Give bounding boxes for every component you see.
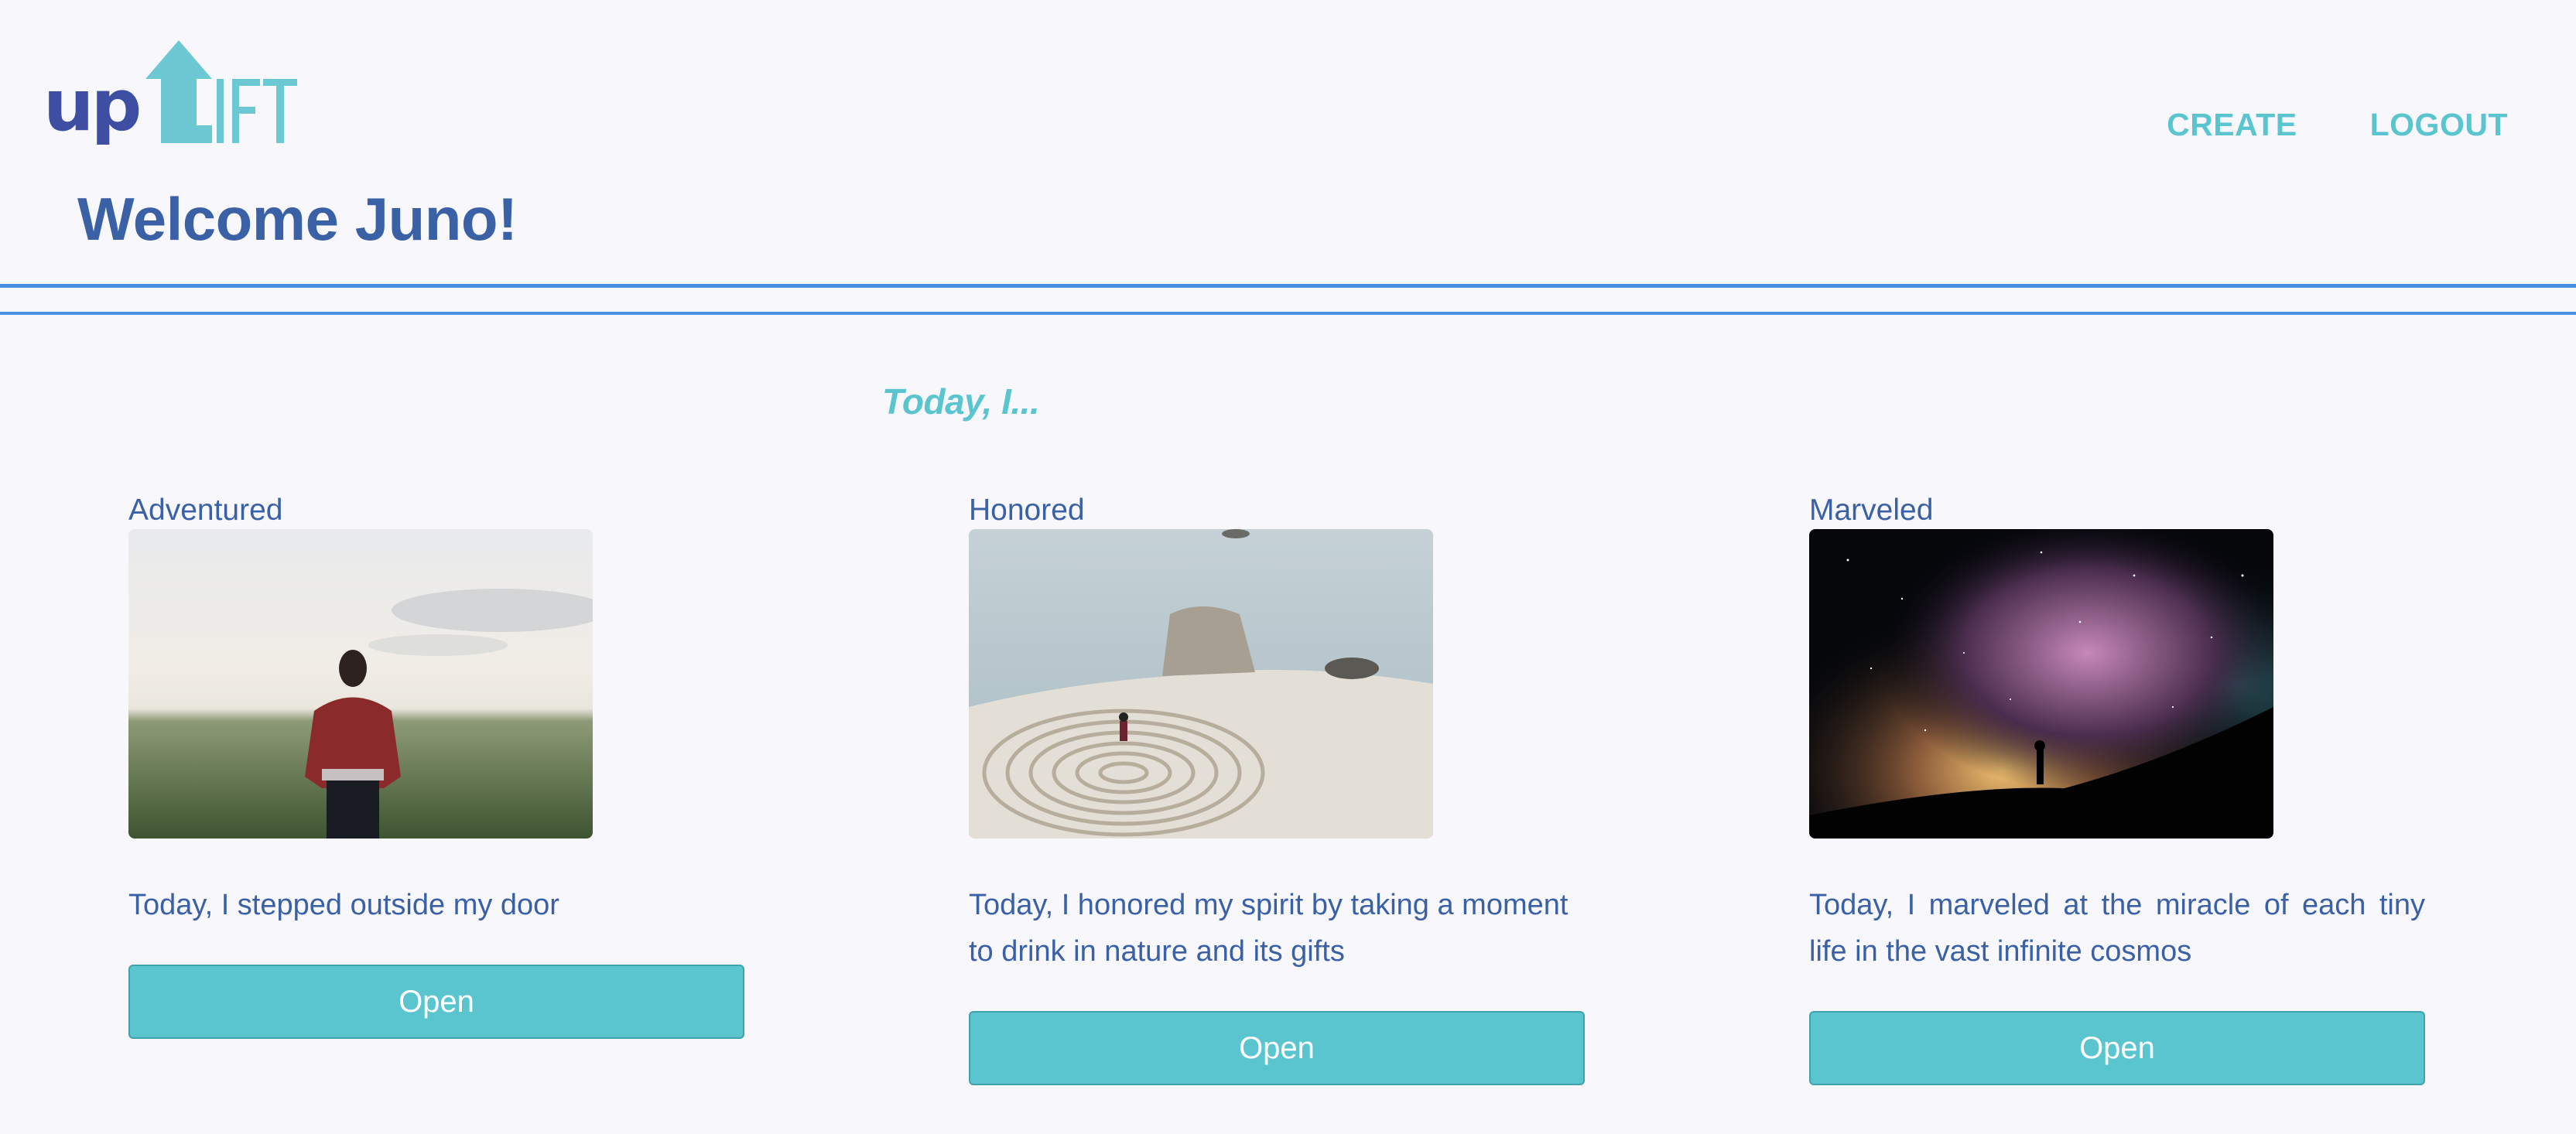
open-button[interactable]: Open [969, 1011, 1585, 1085]
card-title: Adventured [128, 494, 283, 527]
open-button[interactable]: Open [1809, 1011, 2425, 1085]
logout-link[interactable]: LOGOUT [2370, 107, 2508, 143]
card-image-foggy-field [128, 529, 593, 839]
card-description: Today, I stepped outside my door [128, 889, 559, 921]
entry-card: Adventured Today, I stepped outside my d… [128, 492, 744, 1039]
page: up CREATE LOGOUT Welcome Juno! Today, I.… [0, 0, 2576, 1134]
card-image-milky-way [1809, 529, 2273, 839]
header-divider-bottom [0, 312, 2576, 315]
card-description: Today, I marveled at the miracle of each… [1809, 889, 2425, 968]
svg-text:up: up [43, 64, 139, 147]
top-nav: CREATE LOGOUT [2167, 107, 2508, 143]
entry-card: Marveled Today, I marveled at the miracl… [1809, 492, 2425, 1085]
card-title: Honored [969, 494, 1085, 527]
card-title: Marveled [1809, 494, 1934, 527]
card-image-labyrinth [969, 529, 1433, 839]
welcome-heading: Welcome Juno! [77, 185, 518, 253]
create-link[interactable]: CREATE [2167, 107, 2297, 143]
tagline: Today, I... [882, 381, 1040, 422]
uplift-logo[interactable]: up [43, 39, 299, 159]
entry-card: Honored Today, I honored my spirit by ta… [969, 492, 1585, 1085]
open-button[interactable]: Open [128, 965, 744, 1039]
header-divider-top [0, 284, 2576, 288]
uplift-logo-icon: up [43, 40, 297, 147]
card-description: Today, I honored my spirit by taking a m… [969, 889, 1569, 968]
